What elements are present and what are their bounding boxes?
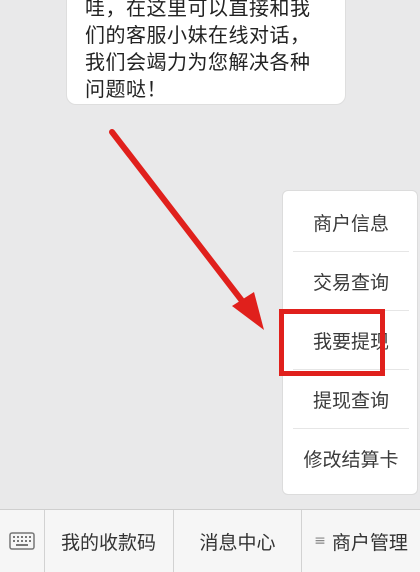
chat-message-line: 我们会竭力为您解决各种 [85, 50, 311, 74]
chat-message-line: 问题哒！ [85, 77, 167, 101]
chat-message-line: 哇，在这里可以直接和我 [85, 0, 311, 20]
keyboard-button[interactable] [0, 510, 45, 572]
chat-message-line: 们的客服小妹在线对话， [85, 23, 311, 47]
tab-label: 我的收款码 [60, 531, 156, 554]
tab-label: 消息中心 [199, 531, 276, 554]
menu-item-change-settlement-card[interactable]: 修改结算卡 [293, 429, 409, 488]
menu-lines-icon: ≡ [314, 533, 326, 549]
menu-item-merchant-info[interactable]: 商户信息 [293, 193, 409, 252]
tab-merchant-management[interactable]: ≡ 商户管理 [302, 510, 420, 572]
menu-item-transaction-query[interactable]: 交易查询 [293, 252, 409, 311]
tab-message-center[interactable]: 消息中心 [174, 510, 302, 572]
menu-item-withdraw-query[interactable]: 提现查询 [293, 370, 409, 429]
chat-message-bubble: 哇，在这里可以直接和我 们的客服小妹在线对话， 我们会竭力为您解决各种 问题哒！ [66, 0, 346, 105]
highlight-box [279, 309, 385, 376]
tab-label: 商户管理 [331, 531, 408, 554]
bottom-bar: 我的收款码 消息中心 ≡ 商户管理 [0, 509, 420, 572]
keyboard-icon [9, 532, 35, 550]
tab-my-payment-code[interactable]: 我的收款码 [44, 510, 174, 572]
